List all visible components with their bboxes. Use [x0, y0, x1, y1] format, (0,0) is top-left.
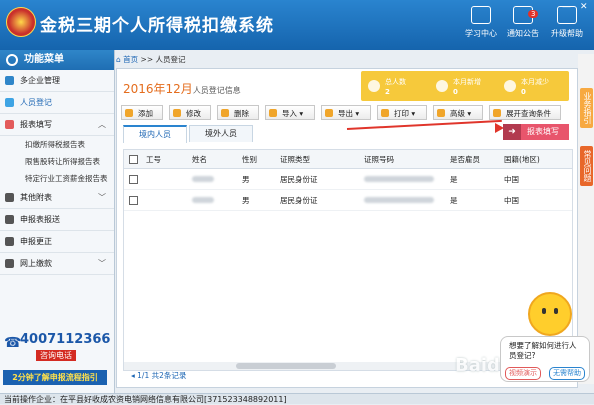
breadcrumb-home[interactable]: 首页 — [123, 55, 138, 64]
tab-domestic[interactable]: 境内人员 — [123, 125, 187, 143]
import-dropdown[interactable]: 导入 ▾ — [265, 105, 315, 120]
import-icon — [269, 109, 277, 117]
hotline-number: 4007112366 — [20, 332, 111, 347]
hotline-label: 咨询电话 — [36, 350, 76, 361]
add-person-icon — [436, 80, 448, 92]
stat-total: 总人数 2 — [365, 74, 423, 98]
play-icon — [471, 6, 491, 24]
prev-page-icon[interactable]: ◂ — [131, 371, 135, 380]
table-row[interactable]: 男 居民身份证 是 中国 — [124, 169, 572, 190]
table-header: 工号 姓名 性别 证照类型 证照号码 是否雇员 国籍(地区) — [124, 150, 572, 169]
group-icon — [368, 80, 380, 92]
helper-mascot[interactable] — [528, 292, 572, 336]
period-title: 2016年12月人员登记信息 — [123, 82, 241, 96]
sidebar-item-report-correction[interactable]: 申报更正 — [0, 231, 114, 253]
id-number-blurred — [364, 195, 434, 204]
faq-tab[interactable]: 常见问题 — [580, 146, 593, 186]
hotline: ☎ 4007112366 咨询电话 — [2, 332, 110, 364]
row-checkbox[interactable] — [129, 196, 138, 205]
trash-icon — [221, 109, 229, 117]
plus-icon — [125, 109, 133, 117]
close-icon[interactable]: ✕ — [580, 2, 588, 12]
breadcrumb-current: 人员登记 — [155, 55, 186, 64]
name-cell-blurred — [192, 174, 214, 183]
sidebar-subitem-withholding-report[interactable]: 扣缴所得税报告表 — [0, 136, 114, 153]
home-icon: ⌂ — [116, 55, 121, 64]
export-icon — [325, 109, 333, 117]
stat-reduced: 本月减少 0 — [501, 74, 559, 98]
export-dropdown[interactable]: 导出 ▾ — [321, 105, 371, 120]
sidebar-item-multi-company[interactable]: 多企业管理 — [0, 70, 114, 92]
stats-card: 总人数 2 本月新增 0 本月减少 0 — [361, 71, 569, 101]
helper-bubble: 想要了解如何进行人员登记? 视频演示 无需帮助 — [500, 336, 590, 382]
national-emblem-icon — [6, 7, 36, 37]
sidebar-item-person-register[interactable]: 人员登记 — [0, 92, 114, 114]
add-button[interactable]: 添加 — [121, 105, 163, 120]
notice-badge: 3 — [528, 10, 539, 18]
chevron-up-icon: ︿ — [98, 120, 106, 129]
chevron-down-icon: ﹀ — [98, 259, 106, 268]
learning-center-button[interactable]: 学习中心 — [458, 6, 504, 39]
phone-icon: ☎ — [4, 335, 22, 351]
process-guide-banner[interactable]: 2分钟了解申报流程指引 — [3, 370, 107, 385]
schedule-icon — [5, 193, 14, 202]
name-cell-blurred — [192, 195, 214, 204]
sidebar-item-online-payment[interactable]: 网上缴款 ﹀ — [0, 253, 114, 275]
report-icon — [5, 120, 14, 129]
pagination[interactable]: ◂ 1/1 共2条记录 — [131, 370, 186, 381]
sidebar-item-other-schedules[interactable]: 其他附表 ﹀ — [0, 187, 114, 209]
report-fill-button[interactable]: ➜ 报表填写 — [503, 124, 569, 140]
person-leave-icon — [504, 80, 516, 92]
tab-foreign[interactable]: 境外人员 — [189, 125, 253, 142]
sidebar-subitem-restricted-shares-report[interactable]: 限售股转让所得报告表 — [0, 153, 114, 170]
print-dropdown[interactable]: 打印 ▾ — [377, 105, 427, 120]
sidebar-subitem-special-industry-report[interactable]: 特定行业工资薪金报告表 — [0, 170, 114, 187]
select-all-checkbox[interactable] — [129, 155, 138, 164]
stat-new: 本月新增 0 — [433, 74, 491, 98]
sidebar-item-report-fill[interactable]: 报表填写 ︿ — [0, 114, 114, 136]
function-menu-header: 功能菜单 — [0, 50, 114, 70]
table-row[interactable]: 男 居民身份证 是 中国 — [124, 190, 572, 211]
scrollbar-thumb[interactable] — [236, 363, 336, 369]
function-menu: 功能菜单 多企业管理 人员登记 报表填写 ︿ 扣缴所得税报告表 限售股转让所得报… — [0, 50, 115, 393]
edit-icon — [5, 237, 14, 246]
video-demo-button[interactable]: 视频演示 — [505, 367, 541, 380]
company-icon — [5, 76, 14, 85]
payment-icon — [5, 259, 14, 268]
person-icon — [5, 98, 14, 107]
send-icon — [5, 215, 14, 224]
printer-icon — [381, 109, 389, 117]
title-bar: 金税三期个人所得税扣缴系统 学习中心 3 通知公告 升级帮助 — ✕ — [0, 0, 594, 50]
delete-button[interactable]: 删除 — [217, 105, 259, 120]
app-title: 金税三期个人所得税扣缴系统 — [40, 16, 274, 36]
expand-icon — [493, 109, 501, 117]
settings-icon — [437, 109, 445, 117]
advanced-dropdown[interactable]: 高级 ▾ — [433, 105, 483, 120]
business-guide-tab[interactable]: 业务指引 — [580, 88, 593, 128]
edit-button[interactable]: 修改 — [169, 105, 211, 120]
row-checkbox[interactable] — [129, 175, 138, 184]
id-number-blurred — [364, 174, 434, 183]
arrow-right-icon: ➜ — [503, 124, 521, 140]
helper-question: 想要了解如何进行人员登记? — [509, 341, 577, 360]
chevron-down-icon: ﹀ — [98, 193, 106, 202]
breadcrumb: ⌂ 首页 >> 人员登记 — [116, 55, 186, 64]
minimize-icon[interactable]: — — [562, 2, 571, 12]
menu-gear-icon — [6, 54, 18, 66]
right-rail: 业务指引 常见问题 — [578, 54, 594, 384]
expand-query-button[interactable]: 展开查询条件 — [489, 105, 561, 120]
no-help-button[interactable]: 无需帮助 — [549, 367, 585, 380]
status-bar: 当前操作企业：在平县好收成农资电销网络信息有限公司[37152334889201… — [0, 393, 594, 404]
notice-button[interactable]: 3 通知公告 — [500, 6, 546, 39]
pencil-icon — [173, 109, 181, 117]
sidebar-item-submit-report[interactable]: 申报表报送 — [0, 209, 114, 231]
toolbar: 添加 修改 删除 导入 ▾ 导出 ▾ 打印 ▾ 高级 ▾ 展开查询条件 — [121, 105, 571, 121]
annotation-arrow-line — [346, 119, 502, 130]
